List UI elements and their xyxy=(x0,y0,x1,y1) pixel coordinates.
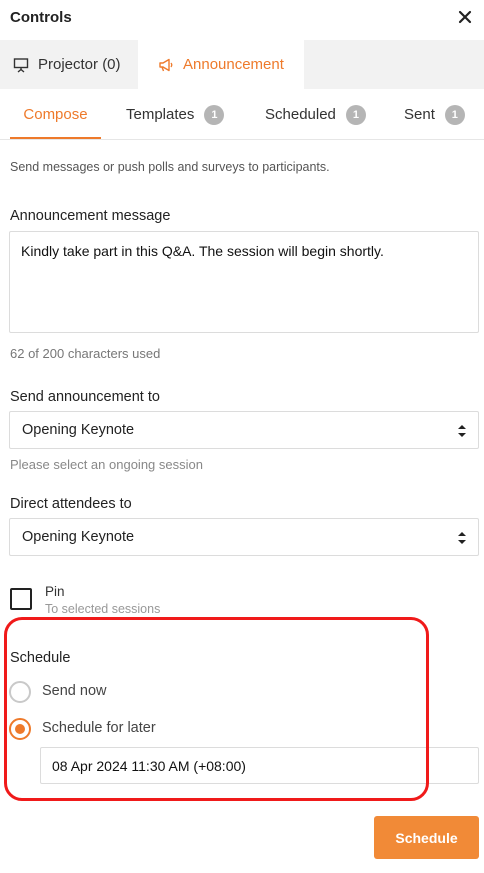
subtab-compose[interactable]: Compose xyxy=(10,89,101,140)
tab-announcement[interactable]: Announcement xyxy=(138,40,304,89)
close-icon[interactable] xyxy=(454,6,476,28)
schedule-title: Schedule xyxy=(10,650,71,666)
send-now-label[interactable]: Send now xyxy=(42,683,107,699)
announcement-message-input[interactable]: Kindly take part in this Q&A. The sessio… xyxy=(9,231,479,333)
select-arrows-icon xyxy=(457,423,467,439)
sent-count-badge: 1 xyxy=(444,104,465,125)
pin-checkbox[interactable] xyxy=(10,588,32,610)
send-to-select[interactable]: Opening Keynote xyxy=(9,411,479,449)
templates-count-badge: 1 xyxy=(204,104,225,125)
subtab-templates-label: Templates xyxy=(126,106,195,123)
subtab-sent[interactable]: Sent 1 xyxy=(404,89,465,140)
send-to-value: Opening Keynote xyxy=(22,422,135,438)
tab-projector[interactable]: Projector (0) xyxy=(0,40,138,89)
subtab-compose-label: Compose xyxy=(23,106,88,123)
subtab-scheduled[interactable]: Scheduled 1 xyxy=(265,89,366,140)
panel-title: Controls xyxy=(10,9,72,26)
schedule-datetime-input[interactable]: 08 Apr 2024 11:30 AM (+08:00) xyxy=(40,747,479,784)
schedule-button[interactable]: Schedule xyxy=(374,816,479,859)
subtab-sent-label: Sent xyxy=(404,106,435,123)
direct-label: Direct attendees to xyxy=(10,496,132,512)
subtab-scheduled-label: Scheduled xyxy=(265,106,336,123)
pin-sublabel: To selected sessions xyxy=(45,602,161,616)
megaphone-icon xyxy=(157,56,175,74)
pin-label: Pin xyxy=(45,584,65,599)
sub-tabs: Compose Templates 1 Scheduled 1 Sent 1 xyxy=(0,89,484,140)
scheduled-count-badge: 1 xyxy=(345,104,366,125)
send-to-hint: Please select an ongoing session xyxy=(10,457,203,472)
tab-projector-label: Projector (0) xyxy=(38,56,121,73)
char-counter: 62 of 200 characters used xyxy=(10,346,161,361)
panel-header: Controls xyxy=(0,0,484,40)
subtab-templates[interactable]: Templates 1 xyxy=(126,89,225,140)
send-now-radio[interactable] xyxy=(9,681,31,703)
message-label: Announcement message xyxy=(10,208,171,224)
direct-value: Opening Keynote xyxy=(22,529,135,545)
compose-hint: Send messages or push polls and surveys … xyxy=(10,160,330,174)
tab-announcement-label: Announcement xyxy=(183,56,284,73)
send-to-label: Send announcement to xyxy=(10,389,160,405)
select-arrows-icon xyxy=(457,530,467,546)
schedule-later-radio[interactable] xyxy=(9,718,31,740)
direct-attendees-select[interactable]: Opening Keynote xyxy=(9,518,479,556)
projector-icon xyxy=(12,56,30,74)
main-tabs: Projector (0) Announcement xyxy=(0,40,484,89)
schedule-later-label[interactable]: Schedule for later xyxy=(42,720,156,736)
